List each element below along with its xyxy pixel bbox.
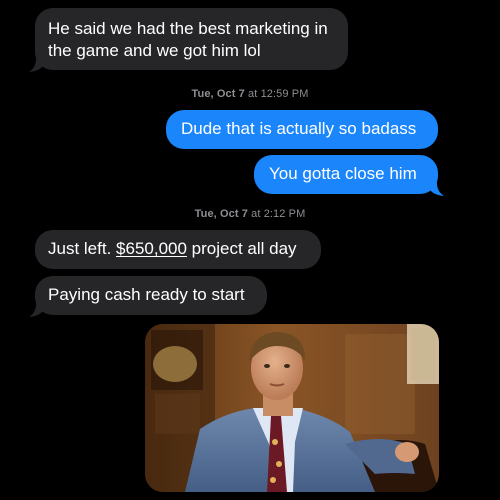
timestamp: Tue, Oct 7 at 12:59 PM [191, 88, 309, 100]
photo-attachment[interactable] [145, 324, 439, 492]
incoming-message-bubble[interactable]: Paying cash ready to start [35, 276, 267, 315]
message-text-line: He said we had the best marketing in [48, 19, 328, 38]
incoming-message-bubble[interactable]: Just left. $650,000 project all day [35, 230, 321, 269]
outgoing-message-bubble[interactable]: You gotta close him [254, 155, 438, 194]
outgoing-message-bubble[interactable]: Dude that is actually so badass [166, 110, 438, 149]
photo-image [145, 324, 439, 492]
incoming-bubble-tail [29, 56, 43, 72]
message-text: Dude that is actually so badass [181, 119, 417, 138]
incoming-message-bubble[interactable]: He said we had the best marketing in the… [35, 8, 348, 70]
amount-link[interactable]: $650,000 [116, 239, 187, 258]
message-thread: He said we had the best marketing in the… [0, 0, 500, 500]
message-text: You gotta close him [269, 164, 417, 183]
timestamp: Tue, Oct 7 at 2:12 PM [194, 208, 306, 220]
message-text: Paying cash ready to start [48, 285, 245, 304]
message-text: project all day [186, 239, 297, 258]
incoming-bubble-tail [29, 301, 43, 317]
message-text: Just left. [48, 239, 117, 258]
outgoing-bubble-tail [430, 180, 444, 196]
message-text-line: the game and we got him lol [48, 41, 261, 60]
